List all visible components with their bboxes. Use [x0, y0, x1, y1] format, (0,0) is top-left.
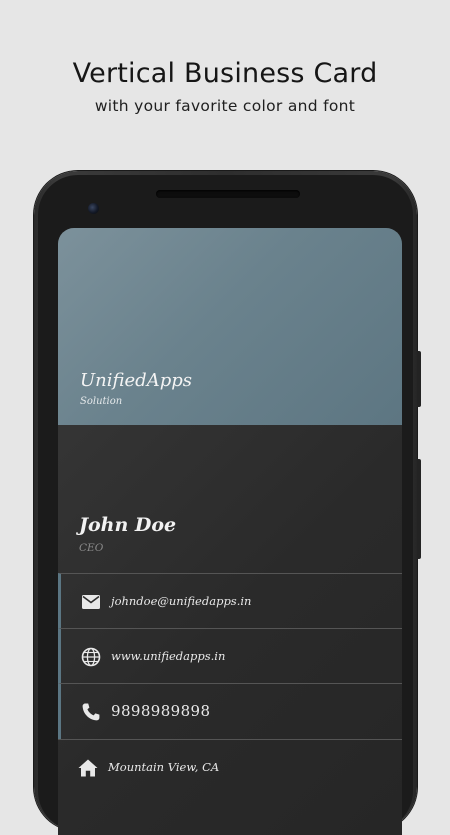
front-camera-icon [88, 203, 99, 214]
speaker-grille [156, 190, 300, 198]
contact-row-address[interactable]: Mountain View, CA [58, 739, 402, 795]
contact-address: Mountain View, CA [108, 760, 220, 774]
contact-row-email[interactable]: johndoe@unifiedapps.in [58, 573, 402, 629]
phone-bezel: UnifiedApps Solution John Doe CEO johndo… [38, 175, 413, 835]
phone-icon [79, 700, 103, 724]
card-header: UnifiedApps Solution [58, 228, 402, 425]
contact-phone: 9898989898 [111, 702, 211, 720]
globe-icon [79, 645, 103, 669]
promo-subline: with your favorite color and font [94, 97, 356, 115]
company-name: UnifiedApps [80, 370, 192, 391]
contact-row-website[interactable]: www.unifiedapps.in [58, 628, 402, 684]
home-icon [76, 756, 100, 780]
business-card[interactable]: UnifiedApps Solution John Doe CEO johndo… [58, 228, 402, 835]
power-button [417, 351, 421, 407]
contact-row-phone[interactable]: 9898989898 [58, 683, 402, 739]
promo-headline: Vertical Business Card [72, 58, 378, 89]
contact-website: www.unifiedapps.in [111, 649, 226, 663]
person-name: John Doe [79, 514, 177, 536]
company-subtitle: Solution [80, 396, 123, 407]
person-title: CEO [79, 542, 104, 554]
volume-button [417, 459, 421, 559]
email-icon [79, 590, 103, 614]
contact-email: johndoe@unifiedapps.in [111, 594, 252, 608]
phone-frame: UnifiedApps Solution John Doe CEO johndo… [34, 171, 421, 835]
